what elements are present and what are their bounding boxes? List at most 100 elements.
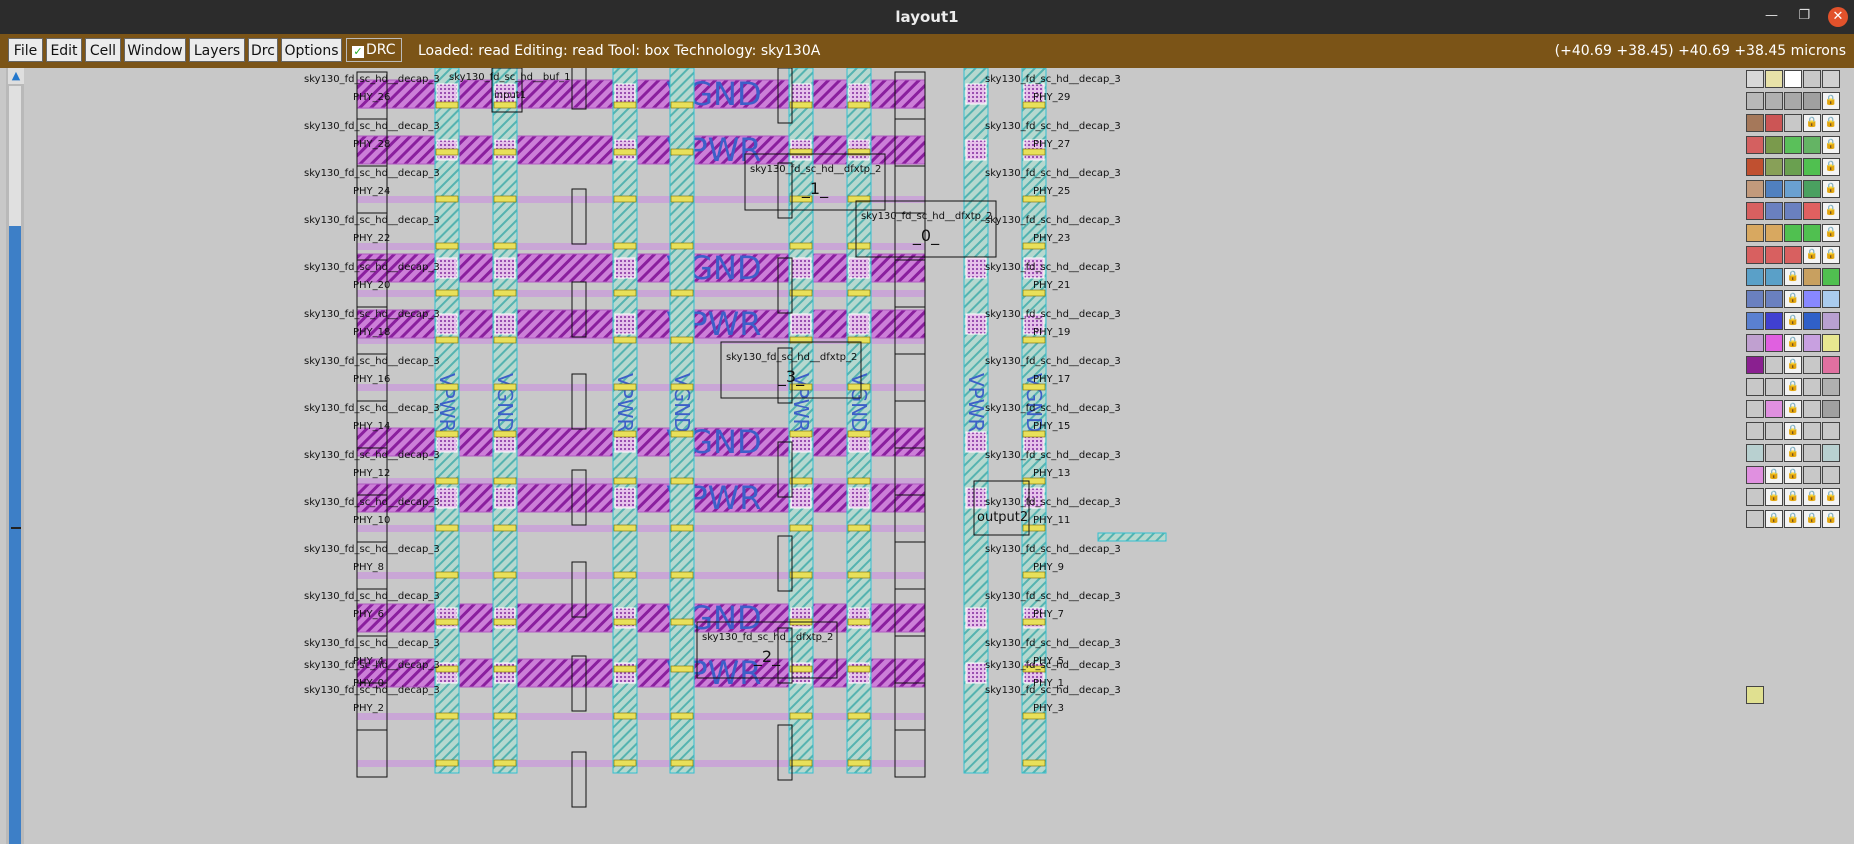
layer-swatch[interactable]	[1765, 312, 1783, 330]
lock-icon[interactable]: 🔒	[1784, 466, 1802, 484]
menu-edit[interactable]: Edit	[46, 38, 82, 62]
layer-swatch[interactable]	[1803, 268, 1821, 286]
scroll-track[interactable]	[9, 86, 21, 226]
lock-icon[interactable]: 🔒	[1822, 114, 1840, 132]
lock-icon[interactable]: 🔒	[1765, 510, 1783, 528]
layer-swatch[interactable]	[1765, 334, 1783, 352]
scroll-thumb[interactable]	[9, 226, 21, 844]
layer-swatch[interactable]	[1746, 488, 1764, 506]
layer-swatch[interactable]	[1746, 510, 1764, 528]
lock-icon[interactable]: 🔒	[1784, 312, 1802, 330]
lock-icon[interactable]: 🔒	[1784, 444, 1802, 462]
layer-swatch[interactable]	[1822, 268, 1840, 286]
lock-icon[interactable]: 🔒	[1784, 290, 1802, 308]
lock-icon[interactable]: 🔒	[1822, 488, 1840, 506]
layer-swatch[interactable]	[1746, 686, 1764, 704]
layer-swatch[interactable]	[1822, 466, 1840, 484]
lock-icon[interactable]: 🔒	[1822, 202, 1840, 220]
layer-swatch[interactable]	[1803, 158, 1821, 176]
lock-icon[interactable]: 🔒	[1784, 422, 1802, 440]
layer-swatch[interactable]	[1765, 422, 1783, 440]
layer-swatch[interactable]	[1803, 224, 1821, 242]
minimize-icon[interactable]: —	[1765, 8, 1778, 23]
layer-swatch[interactable]	[1822, 290, 1840, 308]
lock-icon[interactable]: 🔒	[1765, 488, 1783, 506]
layer-swatch[interactable]	[1784, 114, 1802, 132]
lock-icon[interactable]: 🔒	[1822, 180, 1840, 198]
lock-icon[interactable]: 🔒	[1784, 488, 1802, 506]
layer-swatch[interactable]	[1765, 114, 1783, 132]
layer-swatch[interactable]	[1803, 70, 1821, 88]
layout-canvas[interactable]: VGNDVPWRVGNDVPWRVGNDVPWRVGNDVPWR VPWR VGN…	[24, 68, 1742, 844]
layer-swatch[interactable]	[1822, 422, 1840, 440]
lock-icon[interactable]: 🔒	[1784, 510, 1802, 528]
lock-icon[interactable]: 🔒	[1822, 136, 1840, 154]
lock-icon[interactable]: 🔒	[1765, 466, 1783, 484]
layer-swatch[interactable]	[1822, 334, 1840, 352]
layer-swatch[interactable]	[1765, 290, 1783, 308]
layer-swatch[interactable]	[1803, 312, 1821, 330]
layer-swatch[interactable]	[1803, 422, 1821, 440]
lock-icon[interactable]: 🔒	[1784, 378, 1802, 396]
layer-swatch[interactable]	[1803, 356, 1821, 374]
layer-swatch[interactable]	[1803, 180, 1821, 198]
menu-options[interactable]: Options	[281, 38, 342, 62]
menu-file[interactable]: File	[8, 38, 43, 62]
layer-swatch[interactable]	[1765, 224, 1783, 242]
menu-cell[interactable]: Cell	[85, 38, 121, 62]
layer-swatch[interactable]	[1765, 136, 1783, 154]
layer-swatch[interactable]	[1746, 378, 1764, 396]
layer-swatch[interactable]	[1822, 444, 1840, 462]
layer-swatch[interactable]	[1803, 444, 1821, 462]
lock-icon[interactable]: 🔒	[1822, 224, 1840, 242]
layer-swatch[interactable]	[1746, 400, 1764, 418]
lock-icon[interactable]: 🔒	[1784, 268, 1802, 286]
layer-swatch[interactable]	[1784, 92, 1802, 110]
layer-swatch[interactable]	[1822, 312, 1840, 330]
layer-swatch[interactable]	[1765, 92, 1783, 110]
layer-swatch[interactable]	[1746, 444, 1764, 462]
layer-swatch[interactable]	[1803, 136, 1821, 154]
lock-icon[interactable]: 🔒	[1803, 510, 1821, 528]
layer-swatch[interactable]	[1765, 400, 1783, 418]
menu-window[interactable]: Window	[124, 38, 186, 62]
layer-swatch[interactable]	[1765, 378, 1783, 396]
layer-swatch[interactable]	[1784, 70, 1802, 88]
lock-icon[interactable]: 🔒	[1803, 246, 1821, 264]
layer-swatch[interactable]	[1765, 356, 1783, 374]
layer-swatch[interactable]	[1822, 400, 1840, 418]
layer-swatch[interactable]	[1746, 224, 1764, 242]
layer-swatch[interactable]	[1784, 158, 1802, 176]
scroll-up-arrow-icon[interactable]: ▲	[8, 68, 24, 84]
layer-swatch[interactable]	[1803, 400, 1821, 418]
layer-swatch[interactable]	[1746, 268, 1764, 286]
lock-icon[interactable]: 🔒	[1784, 400, 1802, 418]
layer-swatch[interactable]	[1765, 202, 1783, 220]
lock-icon[interactable]: 🔒	[1803, 114, 1821, 132]
layer-swatch[interactable]	[1803, 466, 1821, 484]
layer-swatch[interactable]	[1784, 224, 1802, 242]
layer-swatch[interactable]	[1765, 180, 1783, 198]
menu-drc[interactable]: Drc	[248, 38, 278, 62]
lock-icon[interactable]: 🔒	[1822, 92, 1840, 110]
close-icon[interactable]: ✕	[1828, 7, 1848, 27]
layer-swatch[interactable]	[1746, 70, 1764, 88]
layer-swatch[interactable]	[1784, 202, 1802, 220]
layer-swatch[interactable]	[1746, 356, 1764, 374]
layer-swatch[interactable]	[1765, 70, 1783, 88]
layer-swatch[interactable]	[1803, 92, 1821, 110]
layer-swatch[interactable]	[1822, 356, 1840, 374]
layer-swatch[interactable]	[1784, 136, 1802, 154]
layer-swatch[interactable]	[1746, 334, 1764, 352]
menu-layers[interactable]: Layers	[189, 38, 245, 62]
layer-swatch[interactable]	[1746, 92, 1764, 110]
layer-swatch[interactable]	[1822, 70, 1840, 88]
layer-swatch[interactable]	[1746, 246, 1764, 264]
layer-swatch[interactable]	[1765, 268, 1783, 286]
lock-icon[interactable]: 🔒	[1784, 334, 1802, 352]
lock-icon[interactable]: 🔒	[1784, 356, 1802, 374]
layer-swatch[interactable]	[1746, 180, 1764, 198]
layer-swatch[interactable]	[1746, 158, 1764, 176]
layer-swatch[interactable]	[1746, 290, 1764, 308]
layer-swatch[interactable]	[1784, 246, 1802, 264]
